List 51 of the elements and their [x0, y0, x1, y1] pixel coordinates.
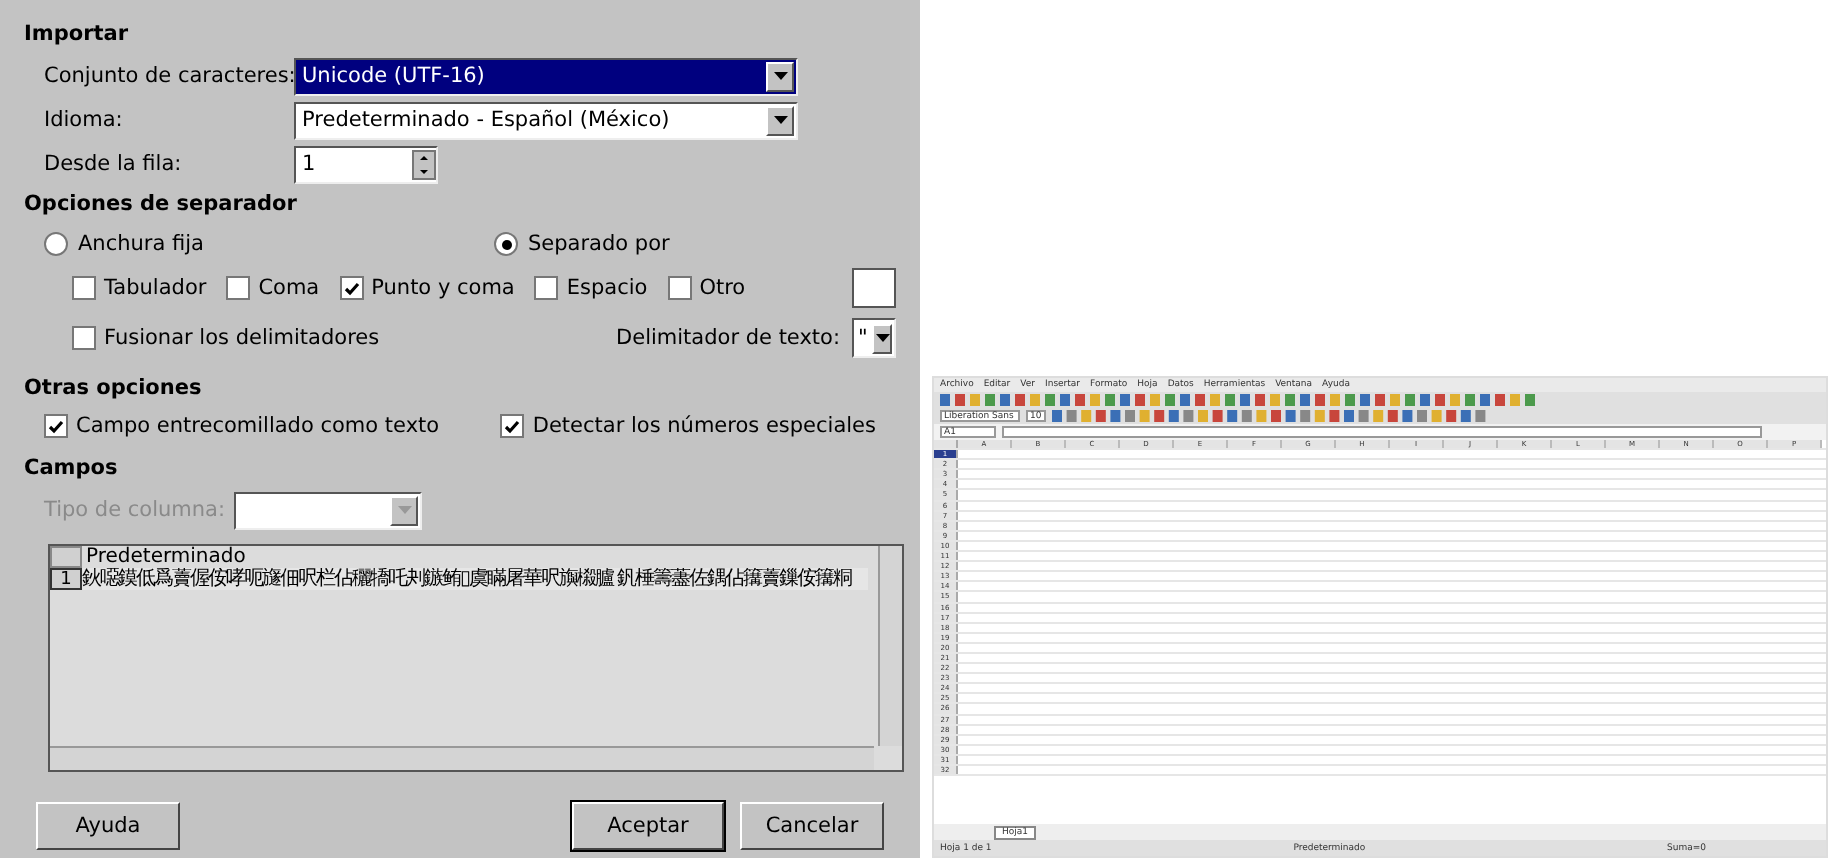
checkbox[interactable]: [72, 276, 96, 300]
checkbox-label: Campo entrecomillado como texto: [76, 414, 440, 438]
other-separator-field[interactable]: [852, 268, 896, 308]
checkbox[interactable]: [500, 414, 525, 438]
dropdown-arrow-icon: [773, 116, 787, 124]
check-icon: [48, 419, 64, 433]
field-label: Tipo de columna:: [44, 498, 228, 522]
checkbox-label: Otro: [699, 276, 746, 300]
horizontal-scrollbar[interactable]: [50, 746, 874, 770]
field-label: Desde la fila:: [44, 152, 184, 176]
radio-label: Separado por: [528, 232, 670, 256]
dropdown-arrow-icon: [397, 506, 411, 514]
dropdown-arrow-icon: [773, 72, 787, 80]
vertical-scrollbar[interactable]: [878, 546, 902, 746]
field-label: Delimitador de texto:: [616, 326, 840, 350]
text-delimiter-dropdown[interactable]: ": [852, 318, 896, 358]
spin-arrows-icon: [412, 149, 436, 179]
accept-button[interactable]: Aceptar: [572, 802, 724, 850]
section-title: Importar: [24, 22, 131, 46]
dropdown-arrow-icon: [875, 334, 889, 342]
checkbox[interactable]: [44, 414, 68, 438]
checkbox-label: Espacio: [566, 276, 648, 300]
radio-button[interactable]: [494, 232, 518, 256]
checkbox-label: Tabulador: [104, 276, 207, 300]
checkbox-label: Coma: [258, 276, 320, 300]
formula-input-field[interactable]: [1002, 426, 1762, 438]
section-title: Campos: [24, 456, 120, 480]
checkbox[interactable]: [667, 276, 692, 300]
checkbox[interactable]: [72, 326, 96, 350]
help-button[interactable]: Ayuda: [36, 802, 180, 850]
checkbox[interactable]: [226, 276, 251, 300]
checkbox[interactable]: [534, 276, 559, 300]
language-dropdown[interactable]: Predeterminado - Español (México): [294, 101, 798, 139]
radio-button[interactable]: [44, 232, 68, 256]
radio-label: Anchura fija: [78, 232, 204, 256]
checkbox-label: Punto y coma: [371, 276, 515, 300]
charset-dropdown[interactable]: Unicode (UTF-16): [294, 57, 798, 95]
row-spin-field[interactable]: 1: [294, 145, 438, 183]
check-icon: [504, 419, 521, 433]
checkbox-label: Detectar los números especiales: [532, 414, 876, 438]
section-title: Opciones de separador: [24, 192, 299, 216]
field-label: Conjunto de caracteres:: [44, 64, 294, 88]
column-header: Predeterminado: [84, 546, 248, 568]
check-icon: [343, 281, 360, 295]
checkbox-label: Fusionar los delimitadores: [104, 326, 380, 350]
cancel-button[interactable]: Cancelar: [740, 802, 884, 850]
section-title: Otras opciones: [24, 376, 204, 400]
field-label: Idioma:: [44, 108, 125, 132]
table-cell: 鈥噁鏌低爲藚偓侒哮呃旞佃呎栏佔穲犞吒刔鏃鲔▯虞瞞屠華呎旟榝臚 釩棰籌藎佐鍝佔簼藚鏁侒簼粡: [82, 568, 868, 590]
row-number: 1: [50, 568, 82, 590]
checkbox[interactable]: [339, 276, 364, 300]
